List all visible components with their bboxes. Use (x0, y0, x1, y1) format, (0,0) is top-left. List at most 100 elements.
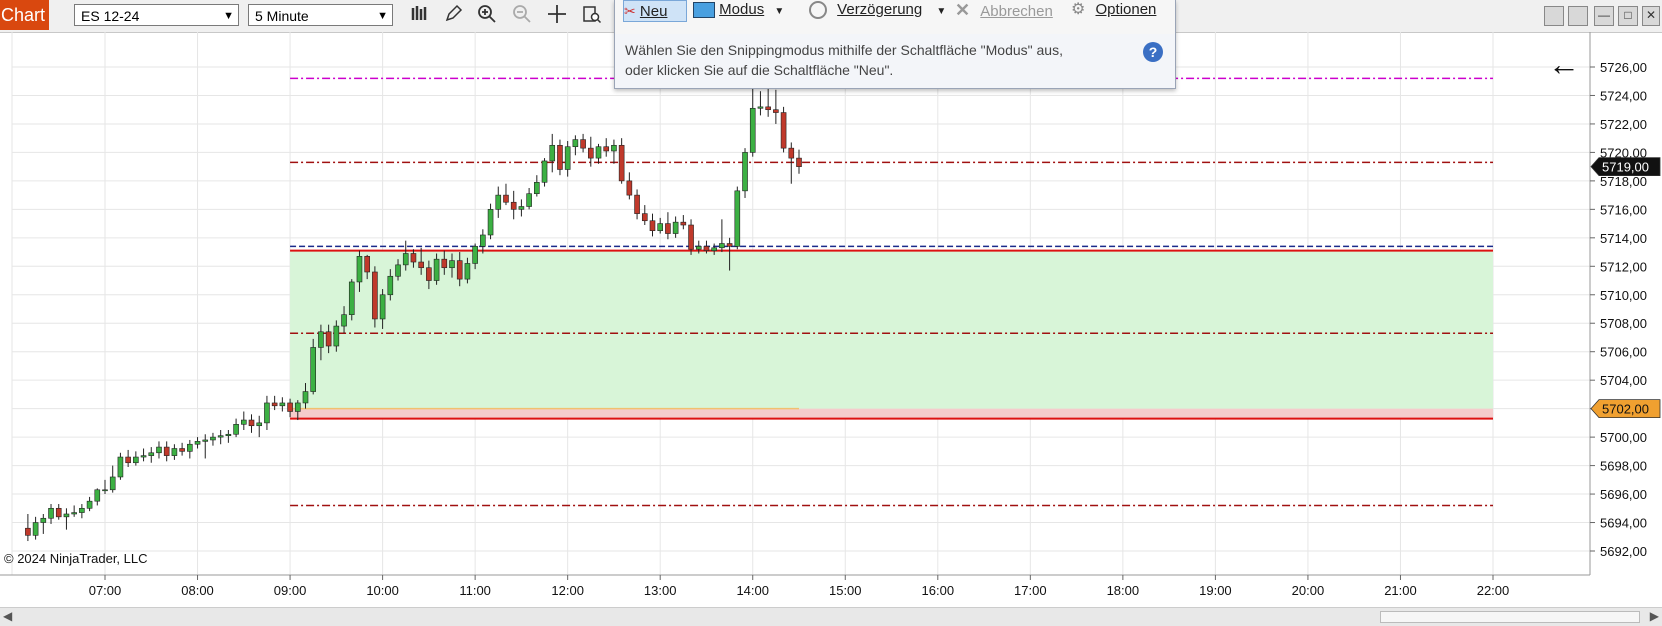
x-tick-label: 21:00 (1384, 583, 1417, 598)
instrument-select[interactable]: ES 12-24 ▼ (74, 4, 239, 26)
candle-body (387, 275, 394, 296)
candle-body (688, 224, 694, 250)
candle-body (410, 253, 417, 263)
stop-zone (290, 408, 1494, 419)
x-tick-label: 18:00 (1107, 583, 1140, 598)
x-tick-label: 07:00 (89, 583, 122, 598)
candle-body (634, 194, 640, 214)
crosshair-icon[interactable] (545, 4, 569, 28)
candle-body (780, 112, 787, 149)
scroll-thumb[interactable] (1380, 611, 1640, 623)
candle-body (472, 246, 478, 264)
candle-body (418, 261, 424, 269)
new-button-label: Neu (639, 3, 668, 20)
options-button[interactable]: ⚙ Optionen (1071, 0, 1171, 22)
candle-body (541, 160, 548, 183)
mode-button-label: Modus (719, 1, 765, 18)
candle-body (179, 448, 185, 452)
x-tick-label: 16:00 (922, 583, 955, 598)
candle-body (348, 281, 355, 315)
candle-body (379, 294, 386, 320)
close-icon[interactable]: ✕ (1642, 6, 1660, 26)
y-tick-label: 5716,00 (1600, 202, 1647, 217)
y-tick-label: 5708,00 (1600, 316, 1647, 331)
snipping-hint: Wählen Sie den Snippingmodus mithilfe de… (625, 40, 1063, 80)
candle-body (672, 221, 679, 234)
snipping-hint-line1: Wählen Sie den Snippingmodus mithilfe de… (625, 42, 1063, 58)
y-tick-label: 5696,00 (1600, 487, 1647, 502)
window-cascade-icon[interactable] (1568, 6, 1588, 26)
zoom-in-icon[interactable] (475, 4, 499, 28)
candle-body (202, 439, 209, 442)
x-tick-label: 11:00 (459, 583, 491, 598)
candle-body (325, 331, 332, 347)
candle-body (657, 223, 664, 232)
candle-body (649, 220, 656, 232)
candle-body (641, 213, 648, 222)
scroll-left-icon[interactable]: ◀ (3, 609, 12, 623)
y-tick-label: 5714,00 (1600, 231, 1647, 246)
interval-select[interactable]: 5 Minute ▼ (248, 4, 393, 26)
x-tick-label: 08:00 (181, 583, 214, 598)
snipping-hint-line2: oder klicken Sie auf die Schaltfläche "N… (625, 62, 894, 78)
candle-body (626, 180, 633, 196)
bars-type-icon[interactable] (408, 4, 432, 28)
data-box-icon[interactable] (580, 4, 604, 28)
candle-body (364, 256, 370, 273)
x-tick-label: 15:00 (829, 583, 862, 598)
delay-button[interactable]: Verzögerung ▼ (809, 0, 969, 22)
candle-body (225, 433, 232, 436)
y-tick-label: 5704,00 (1600, 373, 1647, 388)
candle-body (63, 513, 70, 518)
candle-body (310, 347, 317, 392)
x-tick-label: 19:00 (1199, 583, 1232, 598)
y-tick-label: 5706,00 (1600, 345, 1647, 360)
help-icon[interactable]: ? (1143, 42, 1163, 62)
cancel-icon: ✕ (955, 0, 971, 20)
candle-body (456, 260, 463, 280)
zoom-out-icon[interactable] (510, 4, 534, 28)
entry-price-label: 5702,00 (1602, 402, 1649, 417)
chart-tab[interactable]: Chart (0, 0, 49, 30)
window-tile-icon[interactable] (1544, 6, 1564, 26)
candle-body (719, 243, 725, 249)
horizontal-scrollbar[interactable]: ◀ ▶ (0, 607, 1662, 626)
candle-body (464, 263, 471, 280)
cancel-button[interactable]: ✕ Abbrechen (955, 0, 1065, 22)
x-tick-label: 09:00 (274, 583, 307, 598)
candle-body (603, 146, 610, 152)
scroll-right-icon[interactable]: ▶ (1650, 609, 1659, 623)
candle-body (773, 109, 779, 113)
clock-icon (809, 1, 827, 20)
interval-value: 5 Minute (255, 8, 309, 24)
y-tick-label: 5710,00 (1600, 288, 1647, 303)
candle-body (487, 209, 494, 236)
maximize-icon[interactable]: □ (1618, 6, 1638, 26)
copyright-label: © 2024 NinjaTrader, LLC (4, 551, 148, 566)
x-tick-label: 14:00 (736, 583, 769, 598)
minimize-icon[interactable]: — (1594, 6, 1614, 26)
mode-button[interactable]: Modus ▼ (693, 0, 813, 22)
candle-body (580, 139, 586, 149)
candle-body (117, 456, 124, 478)
x-tick-label: 20:00 (1292, 583, 1325, 598)
chevron-down-icon: ▼ (223, 10, 234, 22)
target-zone (290, 250, 1494, 419)
candle-body (765, 106, 771, 111)
candle-body (788, 147, 795, 159)
candle-body (433, 258, 440, 281)
candle-body (194, 441, 201, 445)
candle-body (711, 247, 717, 251)
candle-body (102, 489, 108, 492)
new-button[interactable]: ✂ Neu (623, 0, 687, 22)
y-tick-label: 5700,00 (1600, 430, 1647, 445)
candle-body (187, 443, 193, 452)
candle-body (163, 446, 170, 456)
candle-body (148, 452, 155, 456)
instrument-value: ES 12-24 (81, 8, 140, 24)
candle-body (372, 271, 378, 320)
back-arrow-icon[interactable]: ← (1548, 48, 1580, 80)
pencil-icon[interactable] (441, 4, 465, 28)
price-chart[interactable]: 5726,005724,005722,005720,005718,005716,… (0, 32, 1662, 607)
candle-body (395, 264, 401, 277)
